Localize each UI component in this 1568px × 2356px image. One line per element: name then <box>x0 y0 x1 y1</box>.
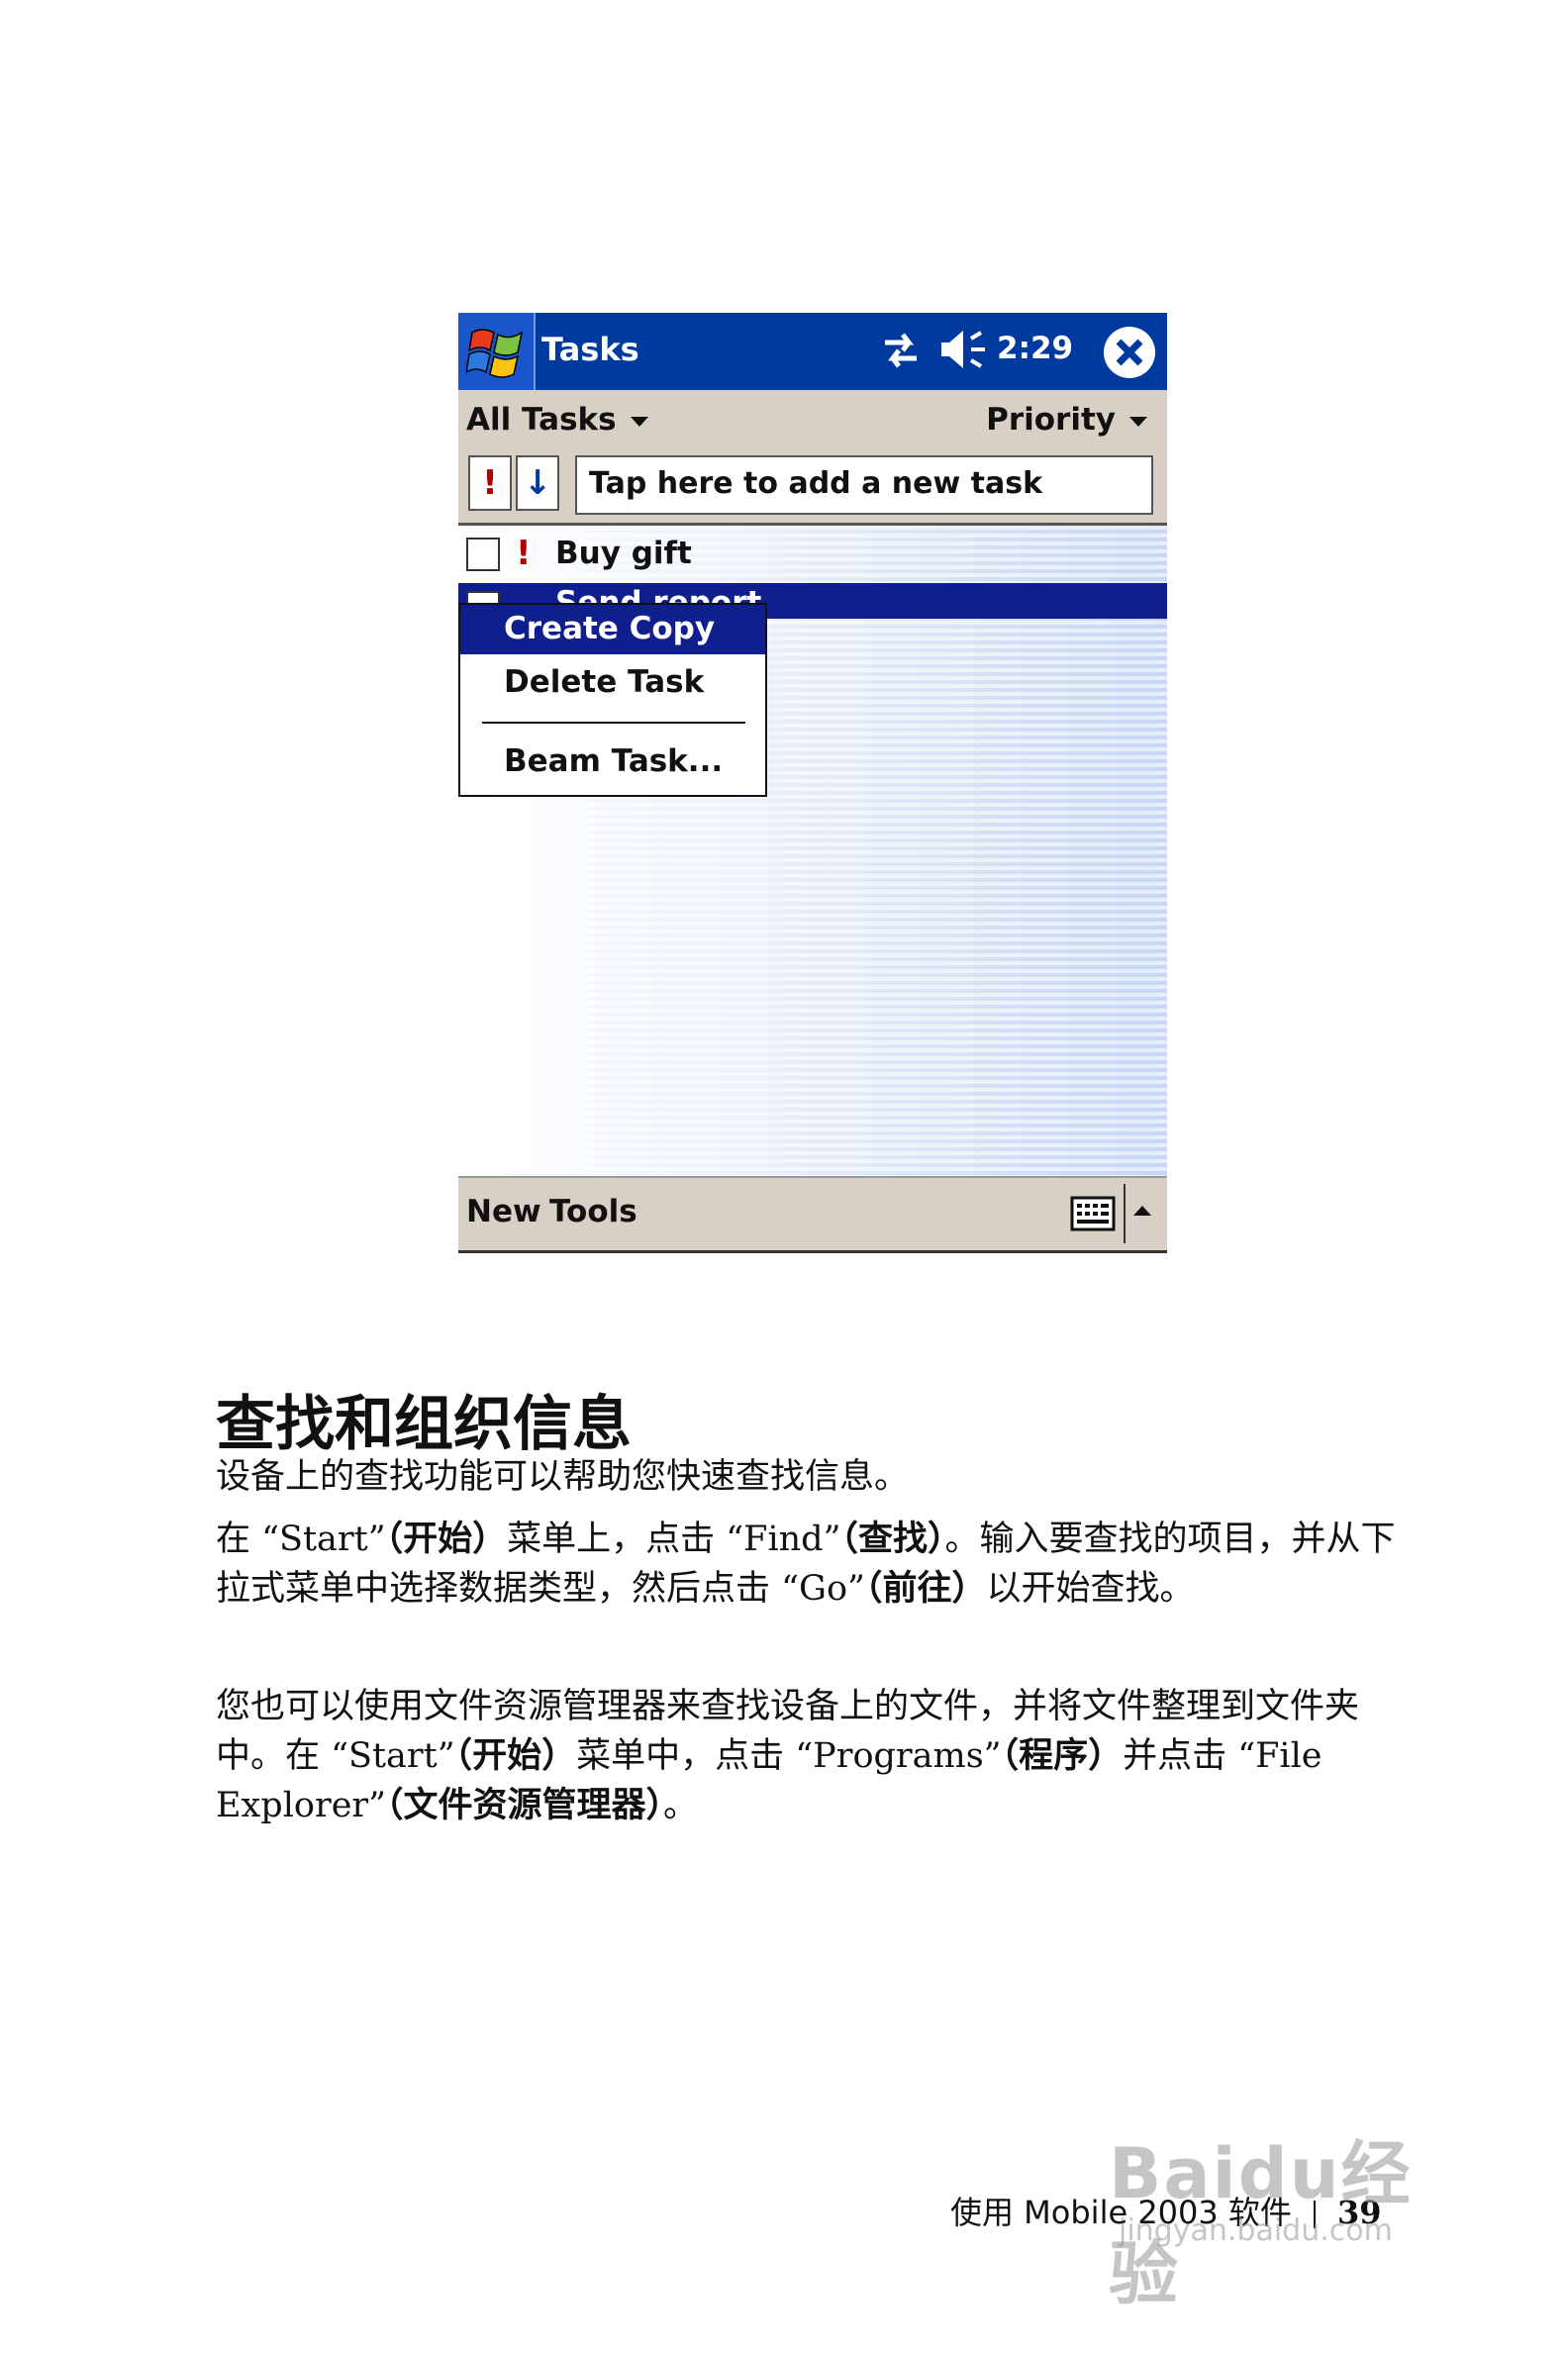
context-menu: Create Copy Delete Task Beam Task... <box>458 603 767 797</box>
sort-dropdown[interactable]: Priority <box>986 402 1147 438</box>
connectivity-icon[interactable] <box>879 327 923 372</box>
watermark: Baidu经验 jingyan.baidu.com <box>1109 2118 1465 2314</box>
section-heading: 查找和组织信息 <box>216 1390 632 1459</box>
menu-divider <box>482 722 745 724</box>
text-span: 以开始查找。 <box>986 1569 1195 1609</box>
menu-item-create-copy[interactable]: Create Copy <box>460 605 765 654</box>
windows-start-icon <box>466 329 524 378</box>
entry-bar: ! ↓ Tap here to add a new task <box>464 455 1157 515</box>
watermark-url: jingyan.baidu.com <box>1119 2213 1393 2248</box>
menu-item-beam-task[interactable]: Beam Task... <box>460 737 765 787</box>
up-arrow-icon[interactable] <box>1133 1206 1151 1216</box>
paragraph-find: 在 “Start”（开始）菜单上，点击 “Find”（查找）。输入要查找的项目，… <box>216 1515 1404 1614</box>
chevron-down-icon <box>1129 416 1147 427</box>
paragraph-intro: 设备上的查找功能可以帮助您快速查找信息。 <box>216 1457 910 1497</box>
text-span: 在 “Start” <box>216 1520 386 1559</box>
task-toolbar: All Tasks Priority ! ↓ Tap here to add a… <box>458 390 1167 523</box>
tools-menu[interactable]: Tools <box>549 1194 637 1229</box>
new-menu[interactable]: New <box>466 1194 541 1229</box>
title-bar: Tasks 2:29 <box>458 313 1167 390</box>
filter-label: All Tasks <box>466 402 617 438</box>
text-span: 菜单中，点击 “Programs” <box>576 1736 1002 1776</box>
volume-icon[interactable] <box>937 327 989 372</box>
filter-dropdown[interactable]: All Tasks <box>466 402 648 438</box>
close-icon[interactable] <box>1102 325 1157 380</box>
menu-item-delete-task[interactable]: Delete Task <box>460 658 765 708</box>
priority-icon: ! <box>516 534 532 573</box>
menu-bar-divider <box>1124 1184 1126 1243</box>
bold-term: （文件资源管理器） <box>386 1785 664 1825</box>
task-name: Buy gift <box>555 536 692 571</box>
priority-button[interactable]: ! <box>468 455 512 511</box>
app-title: Tasks <box>541 331 639 368</box>
menu-bar: New Tools <box>458 1176 1167 1253</box>
clock[interactable]: 2:29 <box>997 331 1073 366</box>
keyboard-icon[interactable] <box>1070 1196 1116 1231</box>
bold-term: （查找） <box>840 1519 945 1559</box>
task-row[interactable]: ! Buy gift <box>458 530 1167 581</box>
pocketpc-screenshot: Tasks 2:29 All Tasks Priority ! ↓ Tap he… <box>458 313 1167 1253</box>
text-span: 菜单上，点击 “Find” <box>507 1520 841 1559</box>
new-task-input[interactable]: Tap here to add a new task <box>575 455 1153 515</box>
bold-term: （开始） <box>385 1519 508 1559</box>
chevron-down-icon <box>630 416 648 427</box>
task-checkbox[interactable] <box>466 538 500 571</box>
sort-label: Priority <box>986 402 1116 438</box>
task-list: ! Buy gift Send report Create Copy Delet… <box>458 523 1167 1179</box>
start-button[interactable] <box>458 313 536 390</box>
bold-term: （程序） <box>1001 1735 1124 1776</box>
paragraph-file-explorer: 您也可以使用文件资源管理器来查找设备上的文件，并将文件整理到文件夹中。在 “St… <box>216 1683 1404 1830</box>
bold-term: （开始） <box>454 1735 577 1776</box>
text-span: 。 <box>663 1786 699 1825</box>
bold-term: （前往） <box>864 1568 987 1609</box>
sort-direction-button[interactable]: ↓ <box>516 455 559 511</box>
